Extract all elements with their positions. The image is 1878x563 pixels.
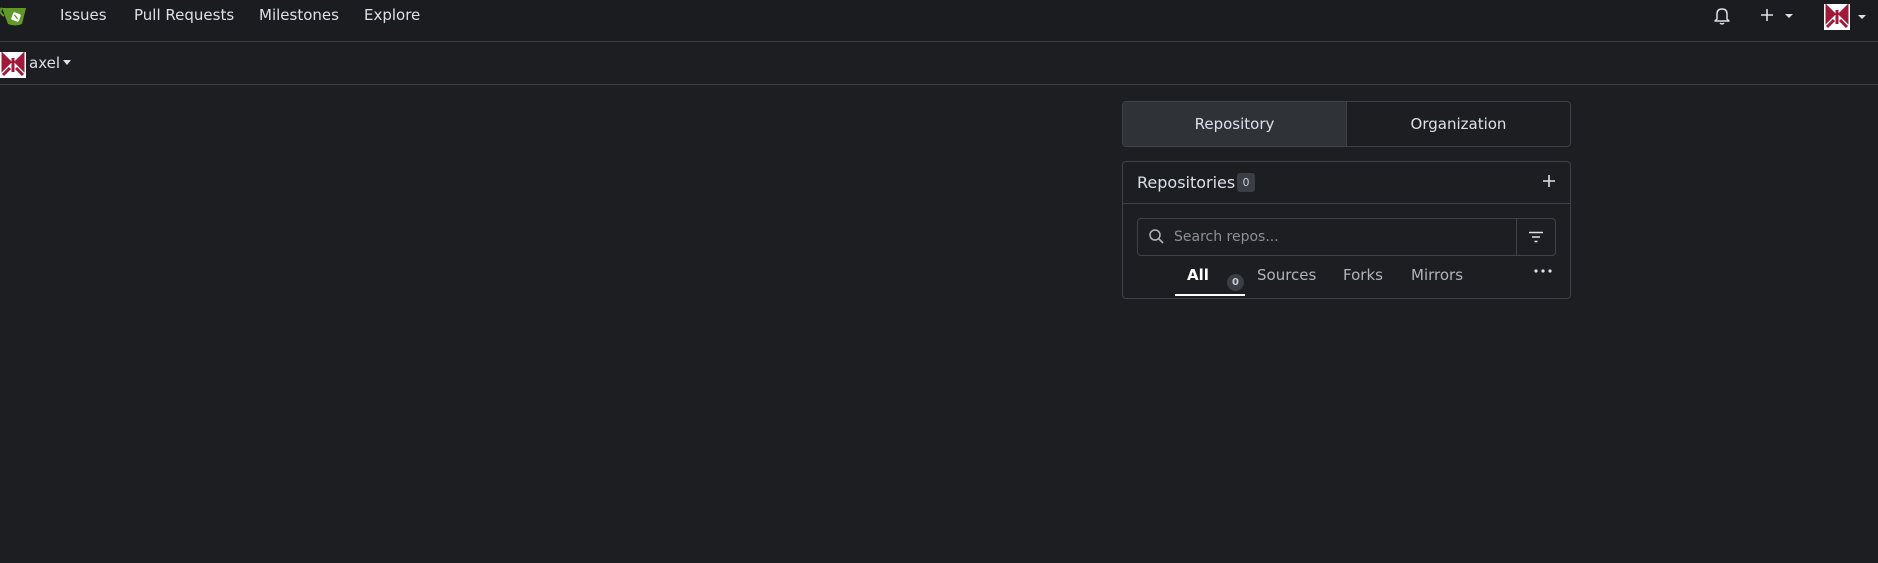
repo-filter-tabs: All 0 Sources Forks Mirrors	[1123, 258, 1570, 298]
tab-forks[interactable]: Forks	[1343, 266, 1383, 284]
tab-sources[interactable]: Sources	[1257, 266, 1316, 284]
nav-milestones-link[interactable]: Milestones	[259, 6, 339, 24]
context-user-avatar[interactable]	[0, 52, 26, 78]
context-bar: axel	[0, 42, 1878, 85]
user-avatar-menu[interactable]	[1824, 4, 1868, 30]
repo-search-input[interactable]	[1172, 219, 1516, 255]
panel-title: Repositories	[1137, 173, 1236, 192]
gitea-logo-icon[interactable]	[0, 2, 30, 28]
panel-header: Repositories 0	[1123, 162, 1570, 204]
repositories-panel: Repositories 0 All 0 Sources Forks Mirro…	[1122, 161, 1571, 299]
tab-all-label: All	[1187, 266, 1209, 284]
nav-explore-link[interactable]: Explore	[364, 6, 420, 24]
tab-organization[interactable]: Organization	[1347, 102, 1570, 146]
context-dropdown-caret-icon[interactable]	[63, 60, 71, 65]
add-repository-plus-icon[interactable]	[1540, 172, 1558, 190]
search-icon	[1149, 229, 1164, 244]
top-navbar: Issues Pull Requests Milestones Explore	[0, 0, 1878, 42]
repo-count-badge: 0	[1237, 173, 1255, 192]
filter-button[interactable]	[1516, 219, 1555, 255]
dashboard-switcher: Repository Organization	[1122, 101, 1571, 147]
tab-all-count-badge: 0	[1227, 274, 1244, 291]
create-new-plus-icon[interactable]	[1760, 7, 1794, 25]
filter-icon	[1529, 231, 1543, 243]
nav-issues-link[interactable]: Issues	[60, 6, 107, 24]
tab-repository[interactable]: Repository	[1123, 102, 1347, 146]
more-options-icon[interactable]	[1534, 268, 1552, 274]
context-username[interactable]: axel	[29, 54, 60, 72]
tab-mirrors[interactable]: Mirrors	[1411, 266, 1463, 284]
repo-search-box	[1137, 218, 1556, 256]
active-tab-underline	[1175, 294, 1245, 296]
bell-icon[interactable]	[1713, 6, 1731, 26]
tab-all[interactable]: All 0	[1187, 266, 1244, 291]
nav-pull-requests-link[interactable]: Pull Requests	[134, 6, 234, 24]
